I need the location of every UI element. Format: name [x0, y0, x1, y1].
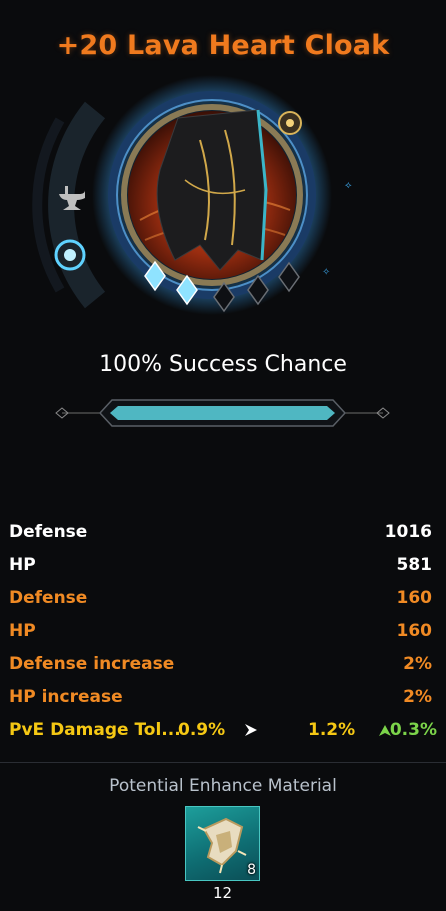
stat-label: Defense: [9, 522, 88, 542]
material-owned-count: 8: [247, 862, 256, 878]
stat-value: 1016: [384, 522, 432, 542]
stat-label: HP: [9, 555, 36, 575]
pve-label: PvE Damage Tol...: [9, 720, 181, 740]
enhance-ring: ⟡ ✧: [0, 70, 446, 350]
stat-value: 2%: [403, 687, 432, 707]
stat-label: HP increase: [9, 687, 123, 707]
arrow-right-icon: [244, 722, 258, 742]
stat-value: 160: [396, 621, 433, 641]
svg-text:⟡: ⟡: [345, 180, 352, 191]
stat-row: HP 581: [0, 555, 446, 585]
stat-value: 581: [396, 555, 433, 575]
section-divider: [0, 762, 446, 763]
stat-row: Defense 1016: [0, 522, 446, 552]
pve-delta-value: 0.3%: [389, 720, 437, 740]
stat-row: Defense increase 2%: [0, 654, 446, 684]
pve-damage-row: PvE Damage Tol... 0.9% 1.2% 0.3%: [0, 720, 446, 750]
item-title: +20 Lava Heart Cloak: [56, 30, 390, 61]
success-chance-label: 100% Success Chance: [99, 352, 347, 377]
stat-label: Defense: [9, 588, 88, 608]
anvil-icon[interactable]: [55, 182, 89, 216]
potential-material-title: Potential Enhance Material: [109, 776, 337, 796]
stat-row: Defense 160: [0, 588, 446, 618]
stat-label: Defense increase: [9, 654, 175, 674]
stat-label: HP: [9, 621, 36, 641]
stat-value: 2%: [403, 654, 432, 674]
stat-value: 160: [396, 588, 433, 608]
success-chance-bar: [50, 395, 395, 431]
pve-current-value: 0.9%: [178, 720, 226, 740]
svg-text:✧: ✧: [322, 267, 330, 278]
stat-row: HP 160: [0, 621, 446, 651]
stat-row: HP increase 2%: [0, 687, 446, 717]
material-required-count: 12: [212, 884, 233, 902]
pve-next-value: 1.2%: [308, 720, 356, 740]
material-slot[interactable]: 8: [185, 806, 260, 881]
